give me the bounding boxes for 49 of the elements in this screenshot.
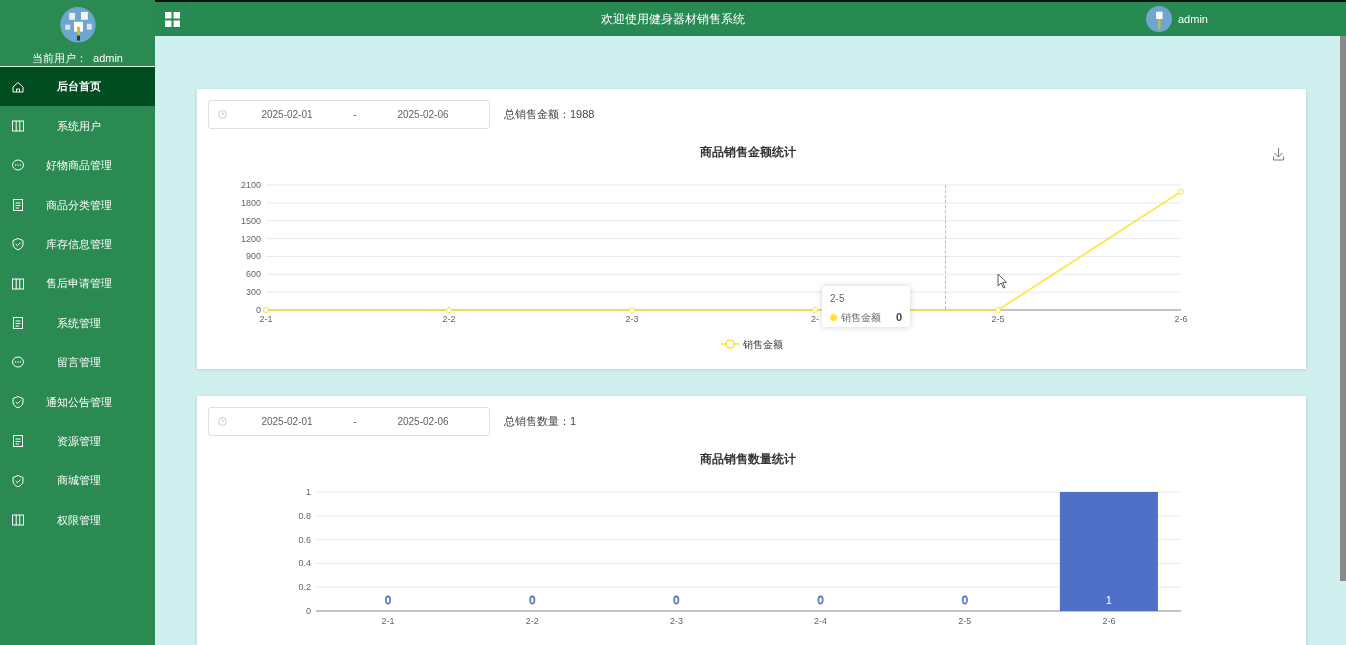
- x-tick-label: 2-1: [381, 616, 395, 626]
- value-label: 1: [1105, 594, 1112, 606]
- tooltip-title: 2-5: [830, 292, 846, 306]
- value-label: 0: [817, 594, 824, 606]
- x-tick-label: 2-2: [525, 616, 539, 626]
- header-title: 欢迎使用健身器材销售系统: [601, 12, 745, 26]
- y-tick-label: 300: [245, 287, 261, 298]
- y-tick-label: 0.4: [298, 558, 311, 569]
- y-tick-label: 0: [256, 305, 261, 315]
- value-label: 0: [529, 594, 536, 606]
- value-label: 0: [961, 594, 968, 606]
- x-tick-label: 2-6: [1102, 616, 1116, 626]
- current-user-name: admin: [93, 50, 123, 66]
- x-tick-label: 2-6: [1174, 314, 1188, 324]
- x-tick-label: 2-5: [958, 616, 972, 626]
- end-date: 2025-02-06: [396, 415, 450, 429]
- y-tick-label: 0.8: [298, 510, 311, 521]
- value-label: 0: [385, 594, 392, 606]
- y-tick-label: 0.6: [298, 534, 311, 545]
- legend-label: 销售金额: [743, 339, 783, 350]
- tooltip-value: 0: [895, 310, 902, 325]
- total-summary: 总销售数量：1: [504, 414, 577, 430]
- x-tick-label: 2-3: [625, 314, 639, 324]
- tooltip-series-name: 销售金额: [841, 310, 882, 325]
- y-tick-label: 0.2: [298, 582, 311, 593]
- end-date: 2025-02-06: [396, 108, 450, 122]
- chart-title: 商品销售数量统计: [700, 452, 796, 466]
- x-tick-label: 2-1: [259, 314, 273, 324]
- range-separator: -: [352, 108, 358, 122]
- x-tick-label: 2-4: [814, 616, 828, 626]
- y-tick-label: 1200: [240, 233, 261, 244]
- start-date: 2025-02-01: [260, 415, 314, 429]
- y-tick-label: 0: [306, 606, 311, 616]
- value-label: 0: [673, 594, 680, 606]
- y-tick-label: 600: [245, 269, 261, 280]
- y-tick-label: 1800: [240, 197, 261, 208]
- start-date: 2025-02-01: [260, 108, 314, 122]
- chart-title: 商品销售金额统计: [700, 145, 796, 159]
- x-tick-label: 2-: [811, 314, 819, 324]
- range-separator: -: [352, 415, 358, 429]
- y-tick-label: 1: [306, 487, 311, 497]
- x-tick-label: 2-5: [991, 314, 1005, 324]
- x-tick-label: 2-3: [669, 616, 683, 626]
- x-tick-label: 2-2: [442, 314, 456, 324]
- y-tick-label: 2100: [240, 180, 261, 190]
- y-tick-label: 1500: [240, 215, 261, 226]
- current-user-label: 当前用户：: [32, 50, 87, 66]
- y-tick-label: 900: [245, 251, 261, 262]
- total-summary: 总销售金额：1988: [504, 107, 595, 123]
